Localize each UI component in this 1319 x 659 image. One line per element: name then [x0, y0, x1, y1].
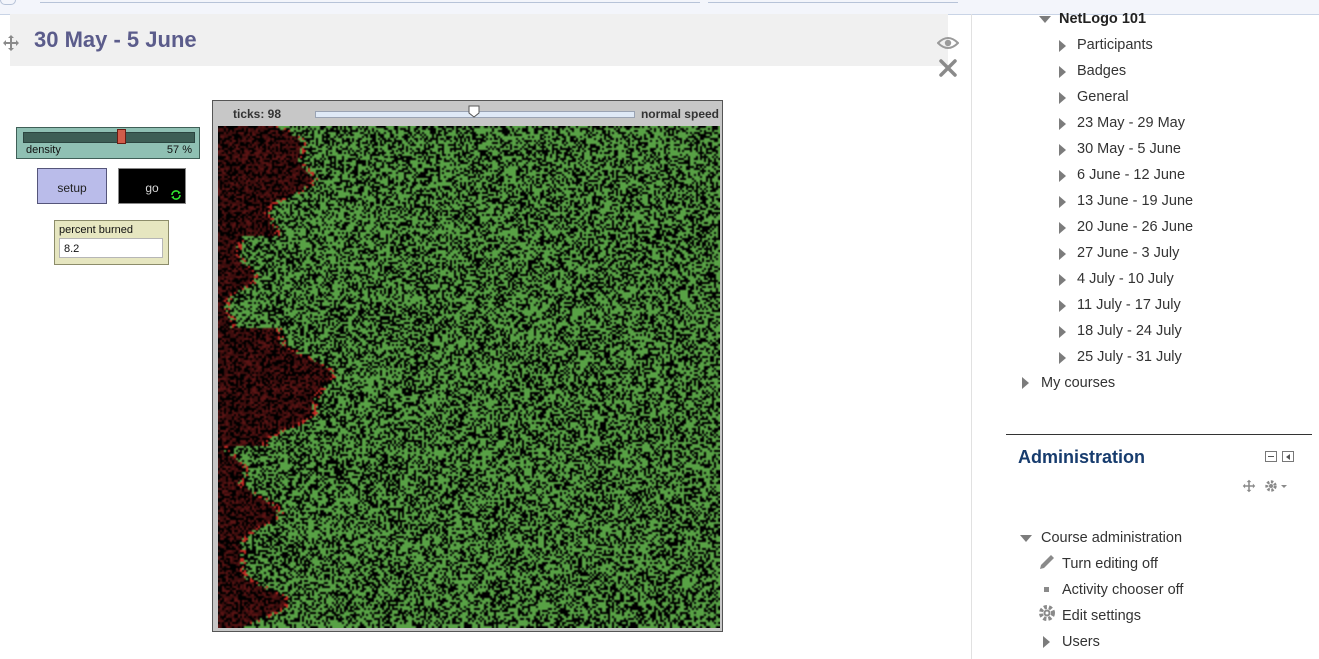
admin-item-activity-chooser-off[interactable]: Activity chooser off — [1062, 582, 1183, 598]
density-slider[interactable]: density 57 % — [16, 127, 200, 159]
close-icon[interactable] — [938, 58, 958, 78]
chevron-down-icon[interactable] — [1039, 16, 1051, 23]
nav-section-item[interactable]: 30 May - 5 June — [1077, 141, 1181, 157]
chevron-right-icon[interactable] — [1059, 66, 1066, 78]
nav-section-item[interactable]: 25 July - 31 July — [1077, 349, 1182, 365]
address-bar-edge[interactable] — [40, 0, 700, 3]
chevron-down-icon[interactable] — [1020, 535, 1032, 542]
nav-section-item[interactable]: 20 June - 26 June — [1077, 219, 1193, 235]
nav-section-item[interactable]: 13 June - 19 June — [1077, 193, 1193, 209]
bullet-icon — [1044, 587, 1049, 592]
nav-section-item[interactable]: 27 June - 3 July — [1077, 245, 1179, 261]
nav-course-netlogo101[interactable]: NetLogo 101 — [1059, 11, 1146, 27]
chevron-right-icon[interactable] — [1059, 326, 1066, 338]
nav-section-item[interactable]: Badges — [1077, 63, 1126, 79]
speed-slider-thumb[interactable] — [468, 105, 480, 118]
slider-thumb[interactable] — [116, 129, 126, 144]
block-divider — [1006, 434, 1312, 435]
setup-button[interactable]: setup — [37, 168, 107, 204]
forever-icon — [171, 190, 181, 200]
chevron-right-icon[interactable] — [1059, 300, 1066, 312]
netlogo-view: ticks: 98 normal speed — [212, 100, 723, 632]
admin-item-turn-editing-off[interactable]: Turn editing off — [1062, 556, 1158, 572]
nav-section-item[interactable]: 23 May - 29 May — [1077, 115, 1185, 131]
chevron-right-icon[interactable] — [1059, 352, 1066, 364]
nav-section-item[interactable]: General — [1077, 89, 1129, 105]
nav-section-item[interactable]: Participants — [1077, 37, 1153, 53]
nav-my-courses[interactable]: My courses — [1041, 375, 1115, 391]
slider-value: 57 % — [166, 144, 192, 156]
nav-section-item[interactable]: 11 July - 17 July — [1077, 297, 1181, 313]
browser-button-edge[interactable] — [0, 0, 16, 5]
column-divider — [971, 14, 972, 659]
move-block-icon[interactable] — [1242, 479, 1256, 493]
go-label: go — [145, 181, 159, 195]
chevron-right-icon[interactable] — [1059, 196, 1066, 208]
admin-item-users[interactable]: Users — [1062, 634, 1100, 650]
gear-icon — [1039, 605, 1055, 621]
chevron-right-icon[interactable] — [1059, 92, 1066, 104]
go-button[interactable]: go — [118, 168, 186, 204]
chevron-right-icon[interactable] — [1059, 222, 1066, 234]
slider-track[interactable] — [23, 132, 195, 143]
pencil-icon — [1040, 555, 1054, 569]
section-title: 30 May - 5 June — [34, 27, 197, 52]
percent-burned-monitor: percent burned 8.2 — [54, 220, 169, 265]
nav-section-item[interactable]: 6 June - 12 June — [1077, 167, 1185, 183]
chevron-right-icon[interactable] — [1059, 144, 1066, 156]
minimize-block-icon[interactable] — [1265, 451, 1277, 462]
monitor-value: 8.2 — [59, 238, 163, 258]
chevron-right-icon[interactable] — [1059, 170, 1066, 182]
world-canvas[interactable] — [218, 126, 720, 628]
eye-icon[interactable] — [937, 35, 959, 51]
chevron-right-icon[interactable] — [1059, 118, 1066, 130]
ticks-counter: ticks: 98 — [233, 107, 282, 121]
slider-label: density — [26, 144, 61, 156]
nav-section-item[interactable]: 4 July - 10 July — [1077, 271, 1174, 287]
nav-course-administration[interactable]: Course administration — [1041, 530, 1182, 546]
chevron-right-icon[interactable] — [1043, 636, 1050, 648]
chevron-right-icon[interactable] — [1022, 377, 1029, 389]
chevron-right-icon[interactable] — [1059, 248, 1066, 260]
monitor-label: percent burned — [59, 224, 133, 236]
admin-block-title: Administration — [1018, 447, 1146, 467]
dock-block-icon[interactable] — [1282, 451, 1294, 462]
block-actions-gear-icon[interactable] — [1264, 479, 1288, 493]
admin-item-edit-settings[interactable]: Edit settings — [1062, 608, 1141, 624]
search-bar-edge[interactable] — [708, 0, 958, 3]
chevron-right-icon[interactable] — [1059, 274, 1066, 286]
nav-section-item[interactable]: 18 July - 24 July — [1077, 323, 1182, 339]
move-icon[interactable] — [2, 34, 20, 52]
speed-label: normal speed — [640, 107, 719, 121]
chevron-right-icon[interactable] — [1059, 40, 1066, 52]
